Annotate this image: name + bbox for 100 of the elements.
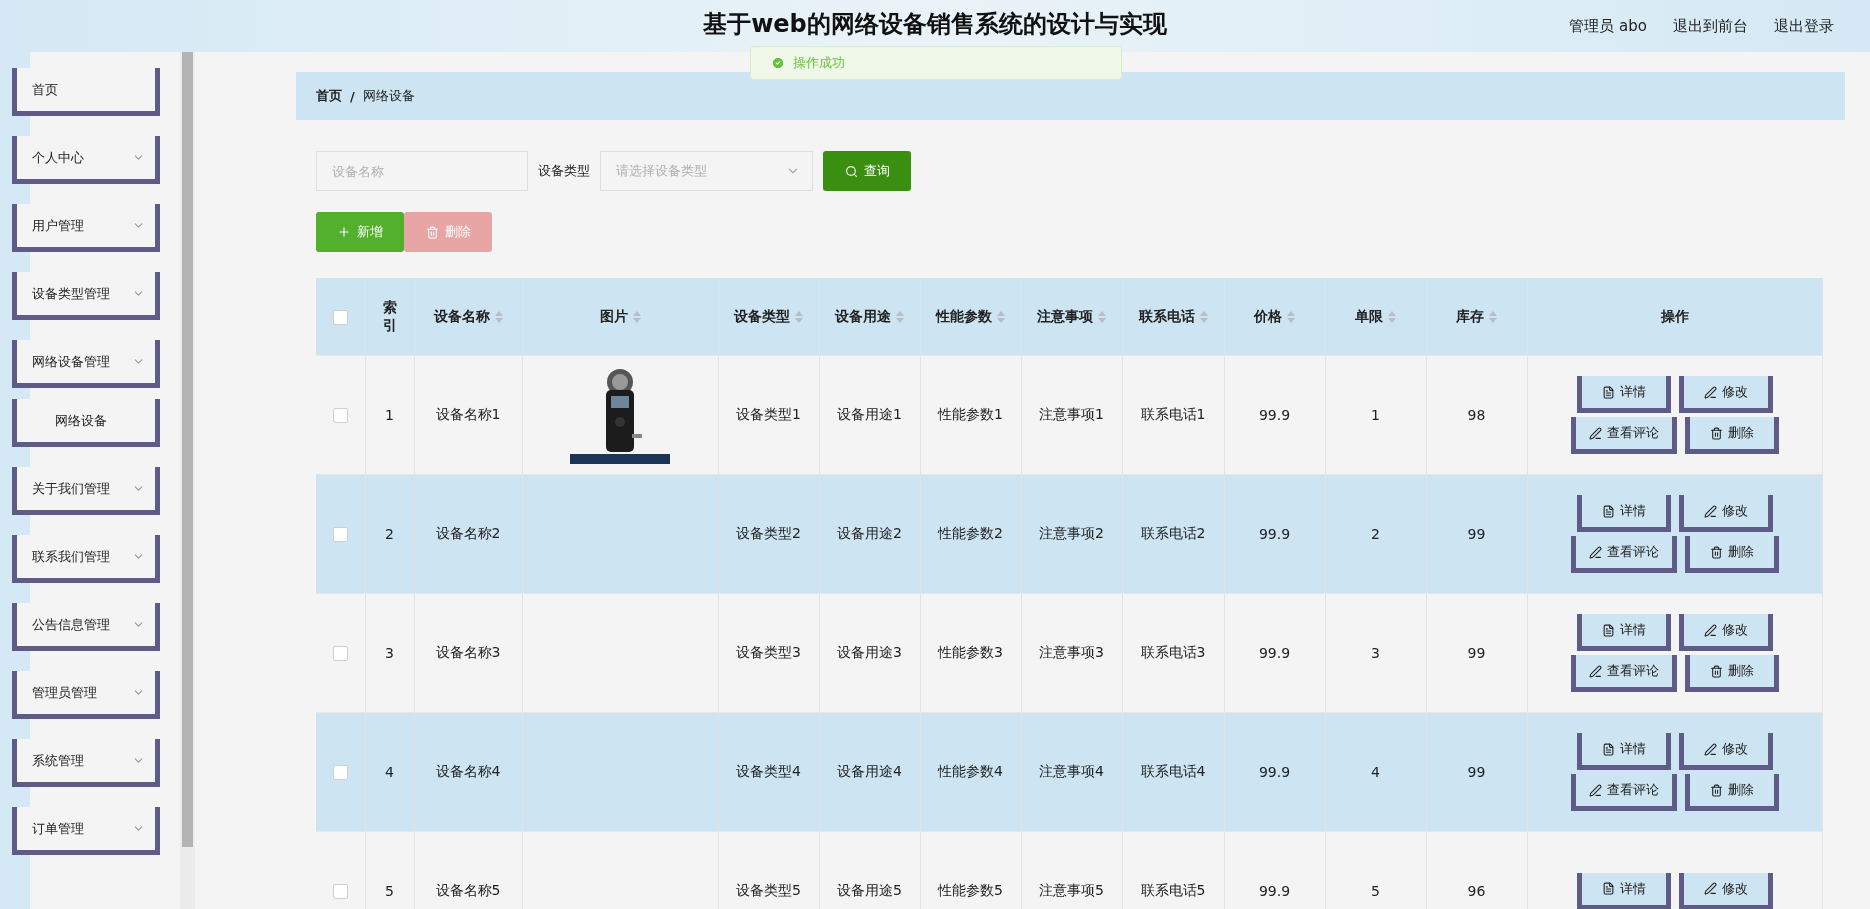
table-cell: 性能参数3 xyxy=(938,644,1003,660)
detail-button[interactable]: 详情 xyxy=(1576,614,1671,651)
checkbox[interactable] xyxy=(332,527,348,543)
name-search-field[interactable]: 设备名称 xyxy=(316,151,528,191)
sort-icon[interactable] xyxy=(632,310,641,323)
column-header[interactable]: 联系电话 xyxy=(1138,307,1195,326)
table-cell: 3 xyxy=(1371,645,1380,661)
comment-button[interactable]: 查看评论 xyxy=(1570,536,1677,573)
column-header[interactable]: 设备名称 xyxy=(433,307,490,326)
trash-icon xyxy=(425,225,439,239)
delete-button[interactable]: 删除 xyxy=(1684,655,1779,692)
edit-button[interactable]: 修改 xyxy=(1678,614,1773,651)
edit-button[interactable]: 修改 xyxy=(1678,495,1773,532)
sort-icon[interactable] xyxy=(997,310,1005,323)
sidebar-subitem[interactable]: 网络设备 xyxy=(12,399,160,447)
sort-icon[interactable] xyxy=(1489,310,1497,323)
pen-icon xyxy=(1703,385,1717,399)
search-icon xyxy=(844,164,858,178)
column-header: 索引 xyxy=(382,298,397,333)
table-cell: 99 xyxy=(1467,764,1486,780)
document-icon xyxy=(1601,882,1615,895)
table-cell: 99 xyxy=(1467,645,1486,661)
sidebar-item[interactable]: 设备类型管理 xyxy=(12,272,160,320)
document-icon xyxy=(1601,385,1615,399)
column-header[interactable]: 设备类型 xyxy=(734,307,790,326)
table-cell: 性能参数2 xyxy=(938,525,1003,541)
table-cell: 99.9 xyxy=(1258,645,1291,661)
edit-button[interactable]: 修改 xyxy=(1678,733,1773,770)
plus-icon xyxy=(337,225,351,239)
sidebar-item[interactable]: 公告信息管理 xyxy=(12,603,160,651)
sort-icon[interactable] xyxy=(1098,310,1106,323)
trash-icon xyxy=(1709,664,1723,678)
sort-icon[interactable] xyxy=(1388,310,1396,323)
table-cell: 99.9 xyxy=(1258,526,1291,542)
sidebar-item[interactable]: 管理员管理 xyxy=(12,671,160,719)
scrollbar[interactable] xyxy=(180,52,195,909)
checkbox[interactable] xyxy=(332,309,348,325)
table-cell: 设备类型2 xyxy=(736,525,801,541)
table-cell: 联系电话1 xyxy=(1140,406,1206,422)
sort-icon[interactable] xyxy=(1199,310,1208,323)
breadcrumb-item[interactable]: 网络设备 xyxy=(362,87,415,105)
sidebar-item[interactable]: 用户管理 xyxy=(12,204,160,252)
sort-icon[interactable] xyxy=(896,310,904,323)
delete-button[interactable]: 删除 xyxy=(1684,774,1779,811)
column-header[interactable]: 性能参数 xyxy=(936,307,992,326)
header-link[interactable]: 退出登录 xyxy=(1774,16,1834,36)
sidebar-item[interactable]: 个人中心 xyxy=(12,136,160,184)
comment-button[interactable]: 查看评论 xyxy=(1570,774,1677,811)
comment-button[interactable]: 查看评论 xyxy=(1570,417,1677,454)
sort-icon[interactable] xyxy=(494,310,503,323)
table-cell: 1 xyxy=(385,407,394,423)
document-icon xyxy=(1601,623,1615,637)
table-cell: 设备用途3 xyxy=(837,644,902,660)
column-header[interactable]: 图片 xyxy=(599,307,628,326)
checkbox[interactable] xyxy=(332,408,348,424)
table-cell: 5 xyxy=(1371,883,1380,899)
breadcrumb-item[interactable]: 首页 xyxy=(316,87,342,105)
edit-button[interactable]: 修改 xyxy=(1678,376,1773,413)
sidebar-item[interactable]: 首页 xyxy=(12,68,160,116)
search-button[interactable]: 查询 xyxy=(823,151,911,191)
sort-icon[interactable] xyxy=(1287,310,1295,323)
sidebar-item[interactable]: 联系我们管理 xyxy=(12,535,160,583)
table-cell: 设备名称2 xyxy=(435,525,501,541)
column-header[interactable]: 单限 xyxy=(1355,307,1383,326)
detail-button[interactable]: 详情 xyxy=(1576,733,1671,770)
document-icon xyxy=(1601,742,1615,756)
document-icon xyxy=(1601,504,1615,518)
detail-button[interactable]: 详情 xyxy=(1576,495,1671,532)
delete-button[interactable]: 删除 xyxy=(1684,536,1779,573)
table-cell: 性能参数5 xyxy=(938,882,1003,898)
header-link[interactable]: 退出到前台 xyxy=(1673,16,1748,36)
sidebar-item[interactable]: 关于我们管理 xyxy=(12,467,160,515)
comment-button[interactable]: 查看评论 xyxy=(1570,655,1677,692)
checkbox[interactable] xyxy=(332,646,348,662)
column-header[interactable]: 库存 xyxy=(1456,307,1484,326)
table-cell: 99.9 xyxy=(1258,764,1291,780)
trash-icon xyxy=(1709,783,1723,797)
checkbox[interactable] xyxy=(332,884,348,900)
column-header[interactable]: 价格 xyxy=(1254,307,1282,326)
sort-icon[interactable] xyxy=(795,310,803,323)
edit-button[interactable]: 修改 xyxy=(1678,872,1773,909)
column-header[interactable]: 注意事项 xyxy=(1037,307,1093,326)
table-cell: 设备类型5 xyxy=(736,882,801,898)
checkbox[interactable] xyxy=(332,765,348,781)
table-cell: 设备用途4 xyxy=(837,763,902,779)
sidebar-item[interactable]: 系统管理 xyxy=(12,739,160,787)
sidebar-item[interactable]: 网络设备管理 xyxy=(12,340,160,388)
trash-icon xyxy=(1709,426,1723,440)
detail-button[interactable]: 详情 xyxy=(1576,376,1671,413)
table-cell: 设备用途2 xyxy=(837,525,902,541)
table-cell: 设备名称1 xyxy=(435,406,501,422)
sidebar-item[interactable]: 订单管理 xyxy=(12,807,160,855)
trash-icon xyxy=(1709,545,1723,559)
type-label: 设备类型 xyxy=(538,162,590,180)
pen-icon xyxy=(1703,742,1717,756)
table-cell: 联系电话5 xyxy=(1140,882,1206,898)
detail-button[interactable]: 详情 xyxy=(1576,872,1671,909)
delete-button[interactable]: 删除 xyxy=(1684,417,1779,454)
column-header[interactable]: 设备用途 xyxy=(835,307,891,326)
pen-icon xyxy=(1588,664,1602,678)
